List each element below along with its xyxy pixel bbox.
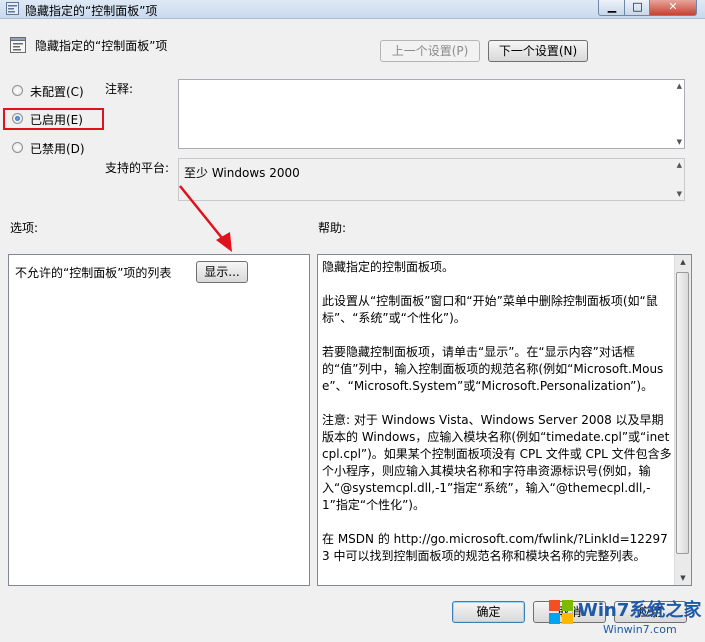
previous-setting-button[interactable]: 上一个设置(P) xyxy=(380,40,480,62)
radio-disabled-circle[interactable] xyxy=(12,142,23,153)
radio-not-configured[interactable]: 未配置(C) xyxy=(12,82,92,100)
maximize-button[interactable]: □ xyxy=(624,0,651,16)
disallowed-items-label: 不允许的“控制面板”项的列表 xyxy=(15,266,172,280)
comment-scroll-up-icon[interactable]: ▲ xyxy=(677,82,682,90)
policy-name: 隐藏指定的“控制面板”项 xyxy=(35,39,168,53)
help-paragraph: 此设置从“控制面板”窗口和“开始”菜单中删除控制面板项(如“鼠标”、“系统”或“… xyxy=(322,294,658,325)
enabled-highlight-box xyxy=(3,108,104,130)
minimize-icon: ▁ xyxy=(607,0,617,13)
help-heading: 帮助: xyxy=(318,221,347,235)
win7-logo-icon xyxy=(549,600,573,624)
policy-window-icon xyxy=(6,2,19,15)
close-icon: ✕ xyxy=(668,0,678,13)
options-panel: 不允许的“控制面板”项的列表 显示... xyxy=(8,254,310,586)
options-heading: 选项: xyxy=(10,221,39,235)
next-setting-button[interactable]: 下一个设置(N) xyxy=(488,40,588,62)
comment-label: 注释: xyxy=(105,82,134,96)
platform-textbox: 至少 Windows 2000 ▲ ▼ xyxy=(178,158,685,201)
help-scrollbar[interactable]: ▲ ▼ xyxy=(674,255,691,585)
maximize-icon: □ xyxy=(632,0,643,13)
comment-textbox[interactable]: ▲ ▼ xyxy=(178,79,685,149)
help-text: 隐藏指定的控制面板项。 此设置从“控制面板”窗口和“开始”菜单中删除控制面板项(… xyxy=(322,259,672,582)
platform-scroll-up-icon[interactable]: ▲ xyxy=(677,161,682,169)
radio-disabled[interactable]: 已禁用(D) xyxy=(12,139,92,157)
help-paragraph: 隐藏指定的控制面板项。 xyxy=(322,260,455,274)
help-paragraph: 若要隐藏控制面板项，请单击“显示”。在“显示内容”对话框的“值”列中，输入控制面… xyxy=(322,345,664,393)
watermark: Win7系统之家 Winwin7.com xyxy=(545,596,705,642)
policy-setting-icon xyxy=(10,37,26,53)
ok-button[interactable]: 确定 xyxy=(452,601,525,623)
help-paragraph: 在 MSDN 的 http://go.microsoft.com/fwlink/… xyxy=(322,532,668,563)
scroll-down-icon[interactable]: ▼ xyxy=(675,574,691,582)
radio-not-configured-circle[interactable] xyxy=(12,85,23,96)
close-button[interactable]: ✕ xyxy=(649,0,697,16)
watermark-url: Winwin7.com xyxy=(603,623,677,636)
comment-scroll-down-icon[interactable]: ▼ xyxy=(677,138,682,146)
help-scroll-thumb[interactable] xyxy=(676,272,689,554)
platform-label: 支持的平台: xyxy=(105,161,170,175)
platform-value: 至少 Windows 2000 xyxy=(184,166,300,180)
platform-scroll-down-icon[interactable]: ▼ xyxy=(677,190,682,198)
scroll-up-icon[interactable]: ▲ xyxy=(675,258,691,266)
show-button[interactable]: 显示... xyxy=(196,261,248,283)
watermark-brand: Win7系统之家 xyxy=(578,600,702,621)
window-title: 隐藏指定的“控制面板”项 xyxy=(25,4,158,18)
radio-disabled-label: 已禁用(D) xyxy=(30,142,85,156)
title-bar[interactable]: 隐藏指定的“控制面板”项 ▁ □ ✕ xyxy=(0,0,705,19)
help-panel[interactable]: 隐藏指定的控制面板项。 此设置从“控制面板”窗口和“开始”菜单中删除控制面板项(… xyxy=(317,254,692,586)
radio-not-configured-label: 未配置(C) xyxy=(30,85,84,99)
minimize-button[interactable]: ▁ xyxy=(598,0,626,16)
help-paragraph: 注意: 对于 Windows Vista、Windows Server 2008… xyxy=(322,413,672,512)
